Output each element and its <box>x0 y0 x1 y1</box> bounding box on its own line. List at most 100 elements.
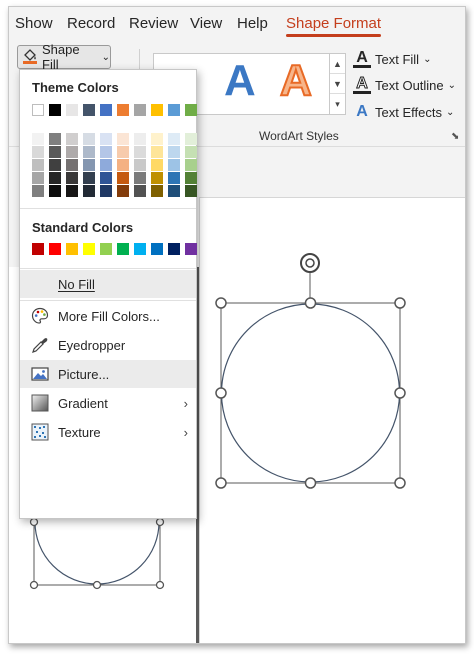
menu-item-more-fill-colors[interactable]: More Fill Colors... <box>20 302 196 330</box>
theme-shade-swatch[interactable] <box>49 133 61 145</box>
theme-shade-swatch[interactable] <box>32 185 44 197</box>
theme-shade-swatch[interactable] <box>32 159 44 171</box>
theme-shade-swatch[interactable] <box>168 172 180 184</box>
selected-circle-shape[interactable] <box>215 249 421 489</box>
standard-color-swatch[interactable] <box>32 243 44 255</box>
theme-shade-swatch[interactable] <box>66 133 78 145</box>
tab-shape-format[interactable]: Shape Format <box>286 15 382 37</box>
theme-shade-swatch[interactable] <box>100 185 112 197</box>
theme-shade-swatch[interactable] <box>168 185 180 197</box>
text-effects-button[interactable]: A Text Effects ⌄ <box>353 103 454 121</box>
theme-shade-swatch[interactable] <box>66 185 78 197</box>
text-fill-button[interactable]: A Text Fill ⌄ <box>353 50 431 68</box>
theme-shade-swatch[interactable] <box>117 172 129 184</box>
theme-shade-swatch[interactable] <box>100 172 112 184</box>
theme-shade-swatch[interactable] <box>134 146 146 158</box>
theme-shade-swatch[interactable] <box>83 185 95 197</box>
theme-color-swatch[interactable] <box>134 104 146 116</box>
menu-item-eyedropper[interactable]: Eyedropper <box>20 331 196 359</box>
shape-fill-label: Shape Fill <box>42 42 80 72</box>
theme-shade-swatch[interactable] <box>185 172 197 184</box>
tab-review[interactable]: Review <box>129 15 178 32</box>
theme-shade-swatch[interactable] <box>168 146 180 158</box>
menu-item-label: Picture... <box>58 366 110 382</box>
theme-shade-swatch[interactable] <box>83 146 95 158</box>
theme-shade-swatch[interactable] <box>49 185 61 197</box>
theme-shade-swatch[interactable] <box>32 133 44 145</box>
theme-shade-swatch[interactable] <box>32 146 44 158</box>
theme-shade-swatch[interactable] <box>117 159 129 171</box>
theme-shade-swatch[interactable] <box>134 133 146 145</box>
theme-shade-swatch[interactable] <box>185 185 197 197</box>
theme-shade-swatch[interactable] <box>49 159 61 171</box>
menu-item-label: Eyedropper <box>58 337 126 353</box>
theme-shade-swatch[interactable] <box>117 146 129 158</box>
tab-view[interactable]: View <box>190 15 222 32</box>
theme-shade-swatch[interactable] <box>151 146 163 158</box>
theme-color-swatch[interactable] <box>49 104 61 116</box>
theme-color-swatch[interactable] <box>32 104 44 116</box>
gallery-more-icon[interactable]: ▾ <box>330 94 345 114</box>
theme-shade-swatch[interactable] <box>66 146 78 158</box>
theme-shade-swatch[interactable] <box>100 159 112 171</box>
theme-shade-swatch[interactable] <box>117 185 129 197</box>
theme-shade-swatch[interactable] <box>100 133 112 145</box>
shape-fill-button[interactable]: Shape Fill ⌄ <box>17 42 111 72</box>
theme-shade-swatch[interactable] <box>32 172 44 184</box>
theme-shade-swatch[interactable] <box>151 159 163 171</box>
menu-item-no-fill[interactable]: No Fill <box>20 270 196 298</box>
resize-handle <box>394 297 406 309</box>
standard-color-swatch[interactable] <box>100 243 112 255</box>
rotate-handle-icon[interactable] <box>300 253 320 273</box>
standard-color-swatch[interactable] <box>151 243 163 255</box>
theme-shade-swatch[interactable] <box>185 146 197 158</box>
theme-shade-swatch[interactable] <box>49 146 61 158</box>
standard-color-swatch[interactable] <box>83 243 95 255</box>
theme-color-swatch[interactable] <box>83 104 95 116</box>
gallery-down-icon[interactable]: ▼ <box>330 74 345 94</box>
tab-show[interactable]: Show <box>15 15 53 32</box>
gallery-up-icon[interactable]: ▲ <box>330 54 345 74</box>
theme-color-swatch[interactable] <box>151 104 163 116</box>
theme-shade-swatch[interactable] <box>151 172 163 184</box>
theme-shade-swatch[interactable] <box>151 133 163 145</box>
tab-help[interactable]: Help <box>237 15 268 32</box>
theme-shade-swatch[interactable] <box>83 172 95 184</box>
theme-shade-swatch[interactable] <box>66 172 78 184</box>
theme-shade-swatch[interactable] <box>83 159 95 171</box>
menu-item-picture[interactable]: Picture... <box>20 360 196 388</box>
dialog-launcher-icon[interactable]: ⬊ <box>451 131 459 142</box>
standard-color-swatch[interactable] <box>49 243 61 255</box>
standard-color-swatch[interactable] <box>117 243 129 255</box>
menu-item-texture[interactable]: Texture › <box>20 418 196 446</box>
text-effects-icon: A <box>356 103 368 120</box>
theme-color-swatch[interactable] <box>66 104 78 116</box>
theme-shade-swatch[interactable] <box>134 185 146 197</box>
theme-shade-swatch[interactable] <box>134 172 146 184</box>
standard-color-swatch[interactable] <box>134 243 146 255</box>
theme-shade-swatch[interactable] <box>185 133 197 145</box>
theme-shade-swatch[interactable] <box>83 133 95 145</box>
theme-color-swatch[interactable] <box>100 104 112 116</box>
standard-color-swatch[interactable] <box>185 243 197 255</box>
theme-shade-swatch[interactable] <box>117 133 129 145</box>
tab-record[interactable]: Record <box>67 15 115 32</box>
theme-shade-swatch[interactable] <box>168 159 180 171</box>
theme-shade-swatch[interactable] <box>185 159 197 171</box>
theme-shade-swatch[interactable] <box>168 133 180 145</box>
wordart-style-blue[interactable]: A <box>224 56 256 106</box>
wordart-style-orange-outline[interactable]: A <box>279 55 313 106</box>
menu-item-gradient[interactable]: Gradient › <box>20 389 196 417</box>
theme-shade-swatch[interactable] <box>151 185 163 197</box>
standard-color-swatch[interactable] <box>168 243 180 255</box>
theme-color-swatch[interactable] <box>185 104 197 116</box>
theme-shade-swatch[interactable] <box>100 146 112 158</box>
theme-shade-swatch[interactable] <box>49 172 61 184</box>
theme-color-swatch[interactable] <box>117 104 129 116</box>
text-outline-button[interactable]: A Text Outline ⌄ <box>353 75 456 94</box>
standard-color-swatch[interactable] <box>66 243 78 255</box>
text-outline-icon: A <box>353 75 371 94</box>
theme-shade-swatch[interactable] <box>66 159 78 171</box>
theme-shade-swatch[interactable] <box>134 159 146 171</box>
theme-color-swatch[interactable] <box>168 104 180 116</box>
